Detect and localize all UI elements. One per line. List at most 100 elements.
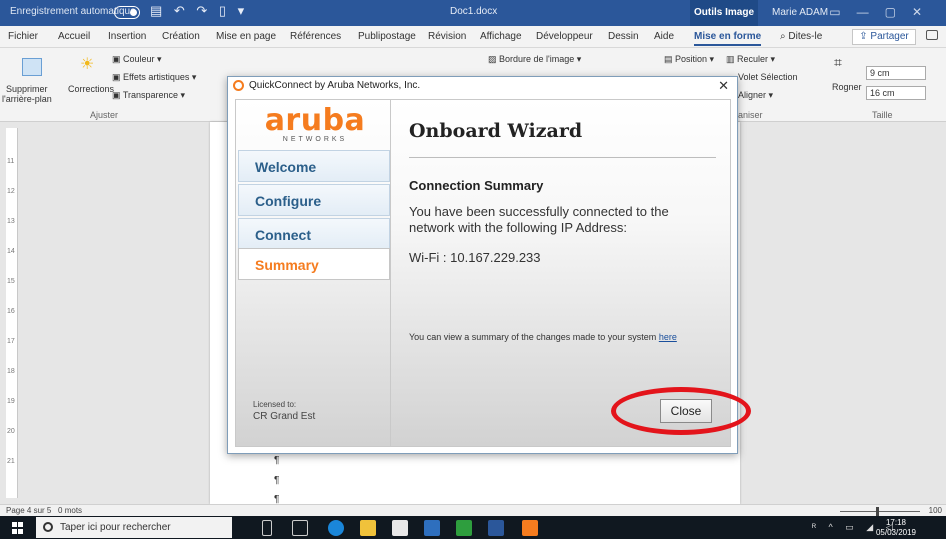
artistic-effects-button[interactable]: ▣ Effets artistiques ▾ bbox=[112, 72, 196, 83]
title-bar: Enregistrement automatique ▤ ↶ ↷ ▯ ▾ Doc… bbox=[0, 0, 946, 26]
license-info: Licensed to: CR Grand Est bbox=[253, 400, 315, 422]
tab-fichier[interactable]: Fichier bbox=[8, 31, 38, 42]
nav-welcome[interactable]: Welcome bbox=[238, 150, 390, 182]
highlight-ring-annotation bbox=[611, 387, 751, 435]
align-button[interactable]: Aligner ▾ bbox=[738, 90, 773, 101]
nav-configure[interactable]: Configure bbox=[238, 184, 390, 216]
vertical-ruler: 11 12 13 14 15 16 17 18 19 20 21 bbox=[6, 128, 18, 498]
tab-affichage[interactable]: Affichage bbox=[480, 31, 522, 42]
taskbar: Taper ici pour rechercher ᴿ ^ ▭ ◢ ◁ 17:1… bbox=[0, 516, 946, 539]
share-label: Partager bbox=[870, 31, 909, 42]
tab-dessin[interactable]: Dessin bbox=[608, 31, 639, 42]
group-label-size: Taille bbox=[872, 110, 893, 120]
tab-references[interactable]: Références bbox=[290, 31, 341, 42]
position-button[interactable]: ▤ Position ▾ bbox=[664, 54, 714, 65]
view-summary-label: You can view a summary of the changes ma… bbox=[409, 332, 657, 342]
word-count[interactable]: 0 mots bbox=[58, 506, 82, 515]
zoom-level[interactable]: 100 bbox=[929, 506, 942, 515]
contextual-tab-picture-tools: Outils Image bbox=[690, 0, 758, 26]
status-left: Page 4 sur 5 0 mots bbox=[6, 506, 82, 515]
send-backward-label: Reculer bbox=[737, 54, 769, 64]
windows-start-icon[interactable] bbox=[12, 522, 24, 534]
licensed-to-label: Licensed to: bbox=[253, 400, 297, 409]
tell-me-search[interactable]: ⌕ Dites-le bbox=[780, 31, 822, 42]
selection-pane-button[interactable]: Volet Sélection bbox=[738, 72, 798, 82]
cortana-icon bbox=[43, 522, 53, 532]
tab-mise-en-forme[interactable]: Mise en forme bbox=[694, 31, 762, 46]
file-explorer-icon[interactable] bbox=[360, 520, 376, 536]
connection-message: You have been successfully connected to … bbox=[409, 204, 669, 235]
window-controls[interactable]: ▭—▢✕ bbox=[829, 5, 938, 19]
tab-accueil[interactable]: Accueil bbox=[58, 31, 90, 42]
tab-revision[interactable]: Révision bbox=[428, 31, 466, 42]
color-button[interactable]: ▣ Couleur ▾ bbox=[112, 54, 162, 65]
clock-date: 05/03/2019 bbox=[875, 528, 916, 537]
color-label: Couleur bbox=[123, 54, 155, 64]
clover-app-icon[interactable] bbox=[456, 520, 472, 536]
corrections-icon[interactable]: ☀ bbox=[80, 54, 94, 74]
microphone-icon[interactable] bbox=[262, 520, 272, 536]
dialog-title-bar[interactable]: QuickConnect by Aruba Networks, Inc. ✕ bbox=[228, 77, 737, 95]
tab-publipostage[interactable]: Publipostage bbox=[358, 31, 416, 42]
zoom-slider-thumb[interactable] bbox=[876, 507, 879, 516]
artistic-effects-label: Effets artistiques bbox=[123, 72, 190, 82]
ribbon-tabs: Fichier Accueil Insertion Création Mise … bbox=[0, 26, 946, 48]
licensee-name: CR Grand Est bbox=[253, 411, 316, 422]
tab-developpeur[interactable]: Développeur bbox=[536, 31, 593, 42]
store-icon[interactable] bbox=[392, 520, 408, 536]
aruba-logo-word: aruba bbox=[264, 103, 366, 138]
task-view-icon[interactable] bbox=[292, 520, 308, 536]
zoom-slider[interactable] bbox=[840, 511, 920, 512]
document-title: Doc1.docx bbox=[450, 6, 498, 17]
page-count[interactable]: Page 4 sur 5 bbox=[6, 506, 51, 515]
heading-divider bbox=[409, 157, 716, 158]
connection-summary-title: Connection Summary bbox=[409, 178, 544, 193]
picture-border-button[interactable]: ▨ Bordure de l'image ▾ bbox=[488, 54, 581, 65]
quickconnect-taskbar-icon[interactable] bbox=[522, 520, 538, 536]
tab-creation[interactable]: Création bbox=[162, 31, 200, 42]
taskbar-clock[interactable]: 17:18 05/03/2019 bbox=[876, 518, 916, 538]
status-bar: Page 4 sur 5 0 mots 100 bbox=[0, 504, 946, 516]
word-taskbar-icon[interactable] bbox=[488, 520, 504, 536]
tell-me-label: Dites-le bbox=[788, 31, 823, 42]
nav-summary[interactable]: Summary bbox=[238, 248, 390, 280]
quick-access-icons[interactable]: ▤ ↶ ↷ ▯ ▾ bbox=[150, 3, 248, 19]
crop-button[interactable]: Rogner bbox=[832, 82, 862, 92]
tab-mise-en-page[interactable]: Mise en page bbox=[216, 31, 276, 42]
view-summary-text: You can view a summary of the changes ma… bbox=[409, 332, 677, 342]
user-name[interactable]: Marie ADAM bbox=[772, 7, 828, 18]
wizard-nav-column: aruba NETWORKS Welcome Configure Connect… bbox=[236, 100, 391, 446]
taskbar-search-placeholder: Taper ici pour rechercher bbox=[60, 522, 171, 533]
nav-connect[interactable]: Connect bbox=[238, 218, 390, 250]
clock-time: 17:18 bbox=[885, 518, 906, 527]
edge-icon[interactable] bbox=[328, 520, 344, 536]
comment-icon[interactable] bbox=[926, 30, 938, 40]
group-label-arrange: aniser bbox=[738, 110, 763, 120]
paragraph-mark: ¶ bbox=[274, 475, 280, 486]
height-input[interactable]: 9 cm bbox=[866, 66, 926, 80]
remove-background-label-2[interactable]: l'arrière-plan bbox=[2, 94, 52, 104]
taskbar-search[interactable]: Taper ici pour rechercher bbox=[36, 517, 232, 538]
width-input[interactable]: 16 cm bbox=[866, 86, 926, 100]
send-backward-button[interactable]: ▥ Reculer ▾ bbox=[726, 54, 775, 65]
share-button[interactable]: ⇪ Partager bbox=[852, 29, 916, 45]
align-label: Aligner bbox=[738, 90, 767, 100]
crop-icon[interactable]: ⌗ bbox=[834, 54, 842, 71]
tab-insertion[interactable]: Insertion bbox=[108, 31, 146, 42]
position-label: Position bbox=[675, 54, 708, 64]
paragraph-mark: ¶ bbox=[274, 455, 280, 466]
mail-icon[interactable] bbox=[424, 520, 440, 536]
wizard-heading: Onboard Wizard bbox=[409, 120, 583, 142]
quickconnect-app-icon bbox=[233, 80, 244, 91]
remove-background-label-1[interactable]: Supprimer bbox=[6, 84, 48, 94]
transparency-button[interactable]: ▣ Transparence ▾ bbox=[112, 90, 185, 101]
corrections-button[interactable]: Corrections bbox=[68, 84, 114, 94]
ip-address: Wi-Fi : 10.167.229.233 bbox=[409, 250, 541, 265]
autosave-toggle[interactable] bbox=[114, 6, 140, 19]
tab-aide[interactable]: Aide bbox=[654, 31, 674, 42]
dialog-title: QuickConnect by Aruba Networks, Inc. bbox=[249, 80, 421, 91]
group-label-adjust: Ajuster bbox=[90, 110, 119, 120]
view-summary-link[interactable]: here bbox=[659, 332, 677, 342]
remove-background-icon[interactable] bbox=[22, 58, 42, 76]
dialog-close-icon[interactable]: ✕ bbox=[718, 78, 729, 94]
